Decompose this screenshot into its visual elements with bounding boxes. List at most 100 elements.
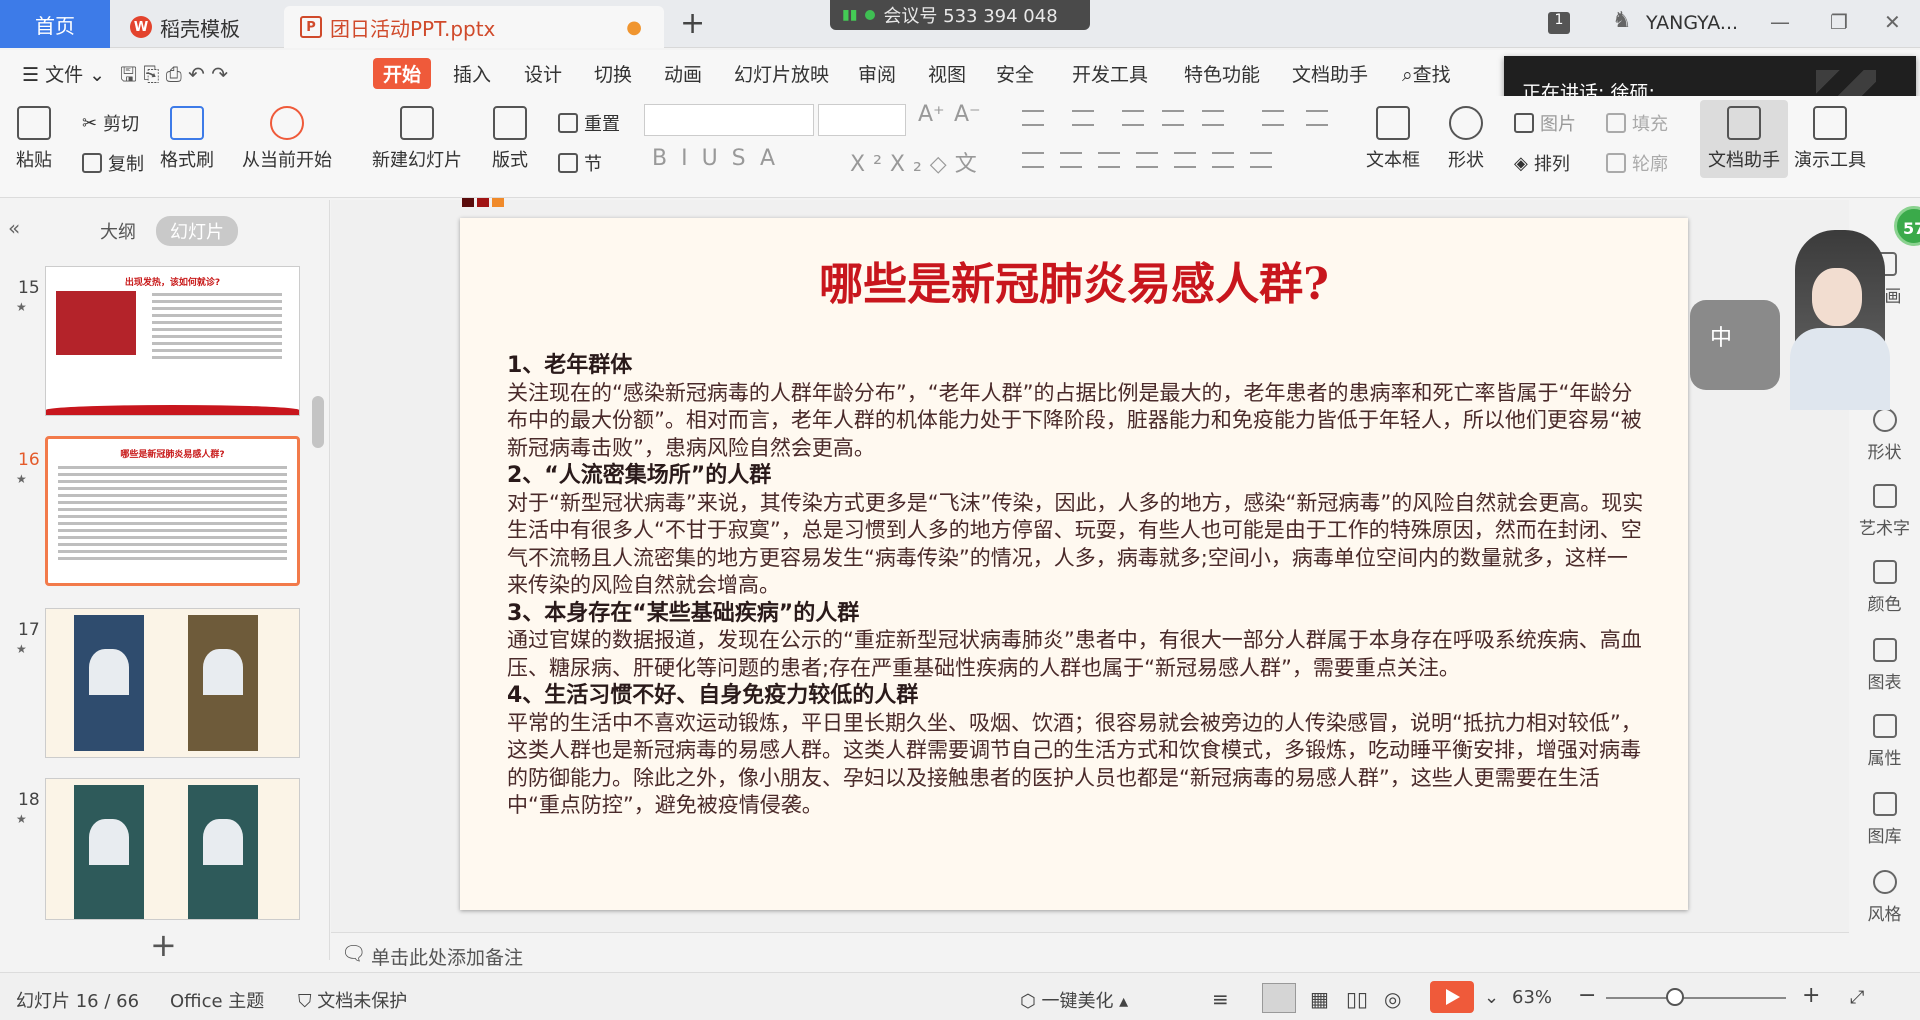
format-painter-button[interactable]: 格式刷	[160, 106, 214, 172]
align-left-icon[interactable]	[1022, 152, 1044, 168]
user-avatar-icon[interactable]: ♞	[1612, 8, 1632, 33]
textbox-button[interactable]: 文本框	[1366, 106, 1420, 172]
menu-animation[interactable]: 动画	[664, 60, 702, 87]
zoom-slider-track[interactable]	[1606, 997, 1786, 999]
fill-button[interactable]: 填充	[1606, 110, 1668, 136]
panel-scrollbar[interactable]	[312, 396, 324, 448]
script-eraser-icons[interactable]: X²X₂◇文	[850, 146, 985, 178]
slide-thumbnail-17[interactable]	[45, 608, 300, 758]
shape-button[interactable]: 形状	[1448, 106, 1484, 172]
tab-outline[interactable]: 大纲	[86, 216, 150, 246]
zoom-in-icon[interactable]: +	[1802, 983, 1820, 1008]
paragraph-spacing-icon[interactable]	[1212, 152, 1234, 168]
tab-slides[interactable]: 幻灯片	[156, 216, 238, 246]
layout-button[interactable]: 版式	[492, 106, 528, 172]
menu-insert[interactable]: 插入	[453, 60, 491, 87]
style-icon	[1872, 870, 1897, 894]
copy-button[interactable]: 复制	[82, 150, 144, 176]
status-dot-icon	[865, 10, 876, 20]
paste-button[interactable]: 粘贴	[16, 106, 52, 172]
text-box-align-icon[interactable]	[1250, 152, 1272, 168]
account-badge[interactable]: 1	[1548, 12, 1570, 34]
bullets-icon[interactable]	[1022, 110, 1044, 126]
fit-window-icon[interactable]: ⤢	[1850, 987, 1864, 1008]
zoom-level[interactable]: 63%	[1512, 987, 1552, 1008]
new-tab-button[interactable]: +	[680, 6, 705, 41]
minimize-icon[interactable]: —	[1770, 10, 1790, 34]
slide-thumbnail-16[interactable]: 哪些是新冠肺炎易感人群?	[45, 436, 300, 586]
sidebar-color[interactable]: 颜色	[1849, 560, 1920, 615]
presenter-view-icon[interactable]: ◎	[1384, 987, 1401, 1011]
new-slide-button[interactable]: 新建幻灯片	[372, 106, 462, 172]
menu-file[interactable]: ☰ 文件 ⌄	[22, 60, 105, 87]
menu-start[interactable]: 开始	[373, 58, 432, 89]
play-from-current-button[interactable]: 从当前开始	[242, 106, 332, 172]
text-direction-icon[interactable]	[1202, 110, 1224, 126]
align-right-icon[interactable]	[1098, 152, 1120, 168]
tab-docer-templates[interactable]: W 稻壳模板	[110, 6, 280, 48]
current-slide[interactable]: 哪些是新冠肺炎易感人群? 1、老年群体 关注现在的“感染新冠病毒的人群年龄分布”…	[460, 218, 1688, 910]
sidebar-properties[interactable]: 属性	[1849, 714, 1920, 769]
sidebar-shape[interactable]: 形状	[1849, 408, 1920, 463]
slide-thumbnail-18[interactable]	[45, 778, 300, 920]
user-name[interactable]: YANGYA...	[1646, 12, 1738, 34]
menu-security[interactable]: 安全	[996, 60, 1034, 87]
sidebar-gallery[interactable]: 图库	[1849, 792, 1920, 847]
section-button[interactable]: 节	[558, 150, 602, 176]
menu-review[interactable]: 审阅	[858, 60, 896, 87]
menu-doc-assistant[interactable]: 文档助手	[1292, 60, 1368, 87]
sidebar-style[interactable]: 风格	[1849, 870, 1920, 925]
slide-title[interactable]: 哪些是新冠肺炎易感人群?	[460, 248, 1688, 312]
menu-view[interactable]: 视图	[928, 60, 966, 87]
sidebar-wordart[interactable]: 艺术字	[1849, 484, 1920, 539]
notes-area[interactable]: 🗨 单击此处添加备注	[331, 932, 1849, 972]
menu-design[interactable]: 设计	[524, 60, 562, 87]
meeting-bar[interactable]: ▮▮ 会议号 533 394 048	[830, 0, 1090, 30]
notes-toggle-icon[interactable]: ≡	[1212, 987, 1229, 1011]
font-grow-icon[interactable]: A⁺	[918, 102, 945, 127]
outline-button[interactable]: 轮廓	[1606, 150, 1668, 176]
slide-sorter-icon[interactable]: ▦	[1310, 987, 1329, 1011]
text-format-icons[interactable]: BIUSA	[652, 146, 789, 171]
zoom-out-icon[interactable]: −	[1578, 983, 1596, 1008]
add-slide-button[interactable]: +	[150, 926, 177, 964]
doc-assistant-button[interactable]: 文档助手	[1700, 100, 1788, 178]
tab-pptx-document[interactable]: P 团日活动PPT.pptx ●	[284, 6, 664, 48]
outdent-icon[interactable]	[1162, 110, 1184, 126]
doc-protect-status[interactable]: ⛉ 文档未保护	[298, 987, 407, 1013]
menu-developer[interactable]: 开发工具	[1072, 60, 1148, 87]
menu-transition[interactable]: 切换	[594, 60, 632, 87]
close-icon[interactable]: ✕	[1884, 10, 1901, 34]
menu-search[interactable]: ⌕查找	[1402, 60, 1451, 87]
font-shrink-icon[interactable]: A⁻	[954, 102, 981, 127]
font-size-select[interactable]	[818, 104, 906, 136]
reading-view-icon[interactable]: ▯▯	[1346, 987, 1368, 1011]
font-name-select[interactable]	[644, 104, 814, 136]
play-slideshow-button[interactable]	[1430, 981, 1474, 1013]
restore-icon[interactable]: ❐	[1830, 10, 1848, 34]
presenter-tools-button[interactable]: 演示工具	[1794, 106, 1866, 172]
sidebar-chart[interactable]: 图表	[1849, 638, 1920, 693]
play-options-icon[interactable]: ⌄	[1484, 987, 1499, 1008]
numbering-icon[interactable]	[1072, 110, 1094, 126]
arrange-button[interactable]: ◈ 排列	[1514, 150, 1570, 176]
justify-icon[interactable]	[1136, 152, 1158, 168]
tab-home[interactable]: 首页	[0, 0, 110, 48]
line-spacing-icon[interactable]	[1306, 110, 1328, 126]
columns-icon[interactable]	[1262, 110, 1284, 126]
picture-button[interactable]: 图片	[1514, 110, 1576, 136]
reset-button[interactable]: 重置	[558, 110, 620, 136]
menu-slideshow[interactable]: 幻灯片放映	[734, 60, 829, 87]
beautify-button[interactable]: ⬡ 一键美化 ▴	[1020, 987, 1128, 1013]
indent-icon[interactable]	[1122, 110, 1144, 126]
slide-body-textbox[interactable]: 1、老年群体 关注现在的“感染新冠病毒的人群年龄分布”，“老年人群”的占据比例是…	[507, 352, 1647, 820]
slide-thumbnail-15[interactable]: 出现发热，该如何就诊?	[45, 266, 300, 416]
menu-special[interactable]: 特色功能	[1184, 60, 1260, 87]
cut-button[interactable]: ✂ 剪切	[82, 110, 139, 136]
zoom-slider-handle[interactable]	[1666, 988, 1684, 1006]
quick-access-icons[interactable]: 🖫 ⎘ ⎙ ↶ ↷	[120, 60, 228, 94]
distribute-icon[interactable]	[1174, 152, 1196, 168]
align-center-icon[interactable]	[1060, 152, 1082, 168]
normal-view-icon[interactable]	[1262, 983, 1296, 1013]
theme-name[interactable]: Office 主题	[170, 987, 264, 1013]
